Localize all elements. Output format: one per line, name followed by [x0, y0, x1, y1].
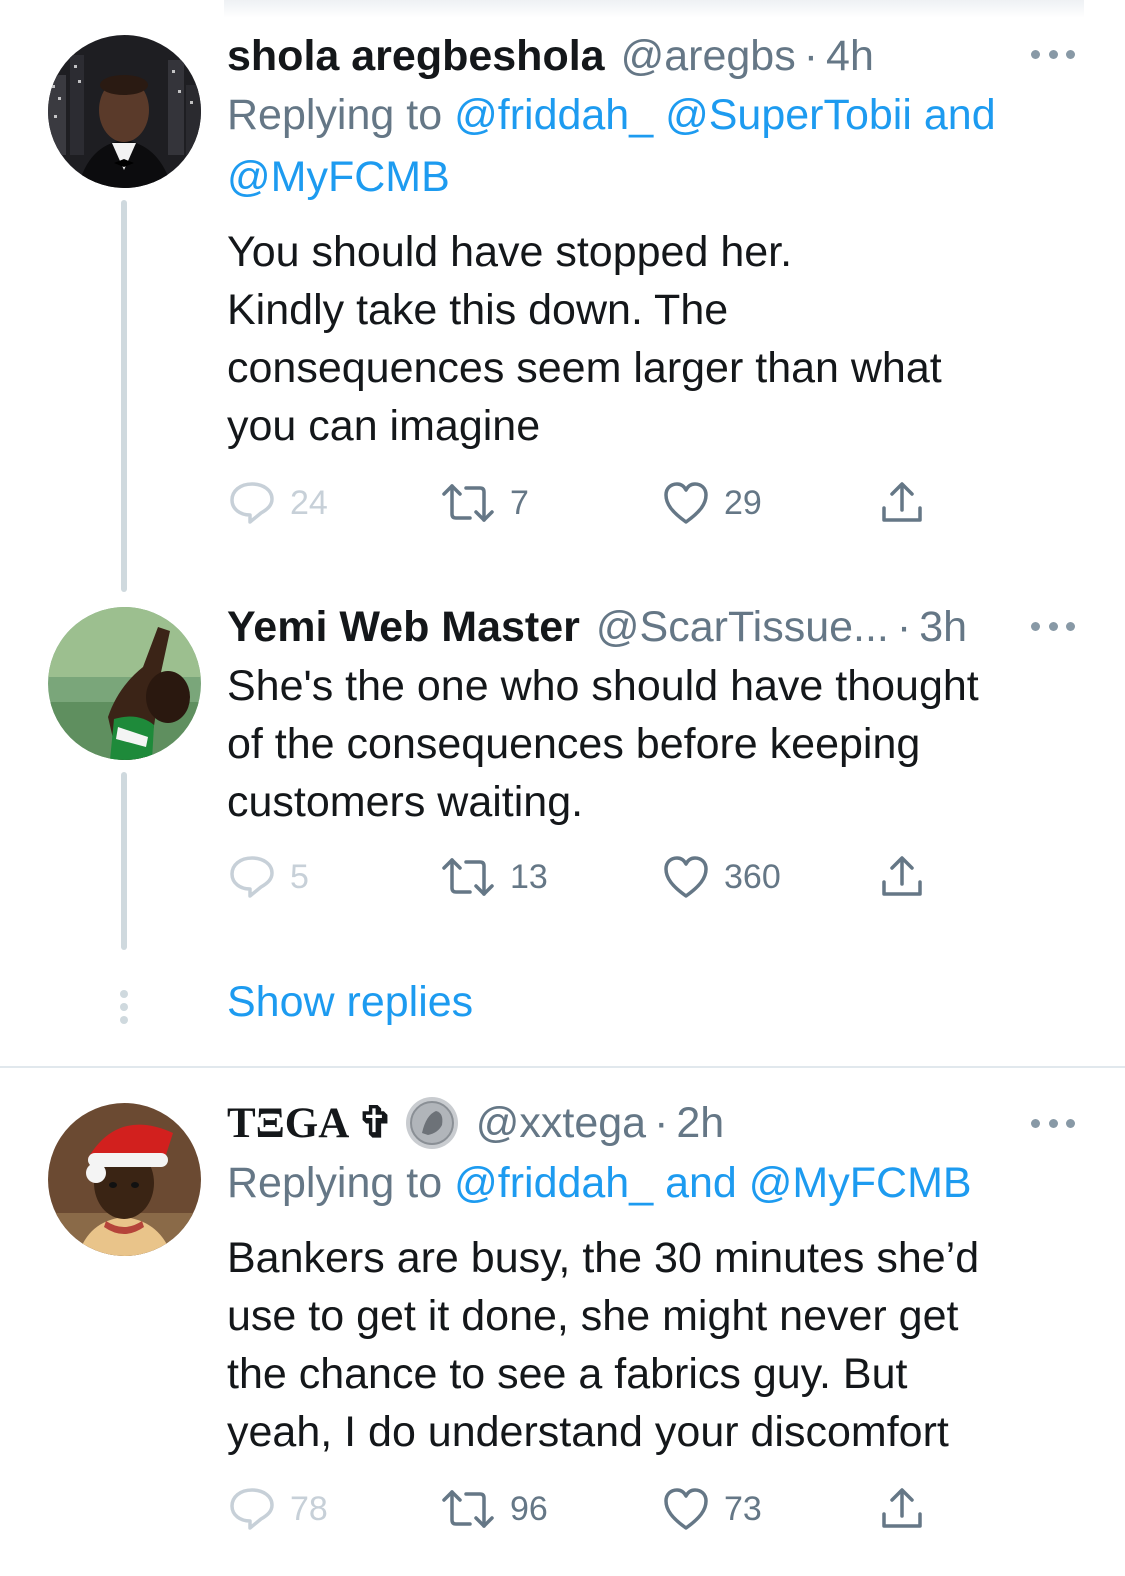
tweet-time[interactable]: 3h — [919, 603, 967, 652]
heart-icon — [664, 482, 708, 524]
avatar-image — [48, 35, 201, 188]
replying-to: Replying to @friddah_ and @MyFCMB — [227, 1152, 1067, 1214]
reply-button[interactable]: 5 — [228, 852, 309, 902]
retweet-icon — [442, 858, 494, 896]
share-icon — [882, 482, 922, 522]
show-replies-link[interactable]: Show replies — [227, 978, 473, 1027]
share-button[interactable] — [878, 1484, 926, 1534]
retweet-count: 13 — [510, 857, 548, 896]
more-icon[interactable] — [1031, 1116, 1075, 1130]
coin-emoji-icon — [405, 1097, 458, 1149]
tweet-text: You should have stopped her. Kindly take… — [227, 223, 1067, 455]
user-handle[interactable]: @aregbs — [621, 32, 796, 81]
retweet-icon — [442, 1490, 494, 1528]
reply-count: 78 — [290, 1489, 328, 1528]
retweet-icon — [442, 484, 494, 522]
retweet-button[interactable]: 13 — [440, 852, 548, 902]
tweet-text-line: the chance to see a fabrics guy. But — [227, 1350, 908, 1398]
previous-tweet-edge — [224, 0, 1084, 18]
tweet-text-line: customers waiting. — [227, 778, 584, 826]
reply-mentions[interactable]: @friddah_ and @MyFCMB — [454, 1159, 971, 1207]
tweet-time[interactable]: 2h — [676, 1099, 724, 1148]
heart-icon — [664, 1488, 708, 1530]
tweet-text: She's the one who should have thought of… — [227, 657, 1067, 831]
share-button[interactable] — [878, 852, 926, 902]
tweet-time[interactable]: 4h — [826, 32, 874, 81]
like-button[interactable]: 73 — [662, 1484, 762, 1534]
reply-icon — [230, 1488, 274, 1530]
display-name[interactable]: TΞGA ✞ — [227, 1098, 394, 1148]
share-icon — [882, 1488, 922, 1528]
like-count: 73 — [724, 1489, 762, 1528]
replying-to-label: Replying to — [227, 1159, 443, 1207]
tweet-text-line: yeah, I do understand your discomfort — [227, 1408, 949, 1456]
replying-to: Replying to @friddah_ @SuperTobii and @M… — [227, 84, 1067, 208]
like-button[interactable]: 360 — [662, 852, 781, 902]
tweet-text: Bankers are busy, the 30 minutes she’d u… — [227, 1229, 1067, 1461]
tweet-text-line: consequences seem larger than what — [227, 344, 942, 392]
tweet-text-line: You should have stopped her. — [227, 228, 793, 276]
reply-count: 5 — [290, 857, 309, 896]
user-handle[interactable]: @ScarTissue... — [596, 603, 889, 652]
tweet-header: shola aregbeshola @aregbs · 4h — [227, 26, 874, 86]
like-count: 29 — [724, 483, 762, 522]
tweet-header: TΞGA ✞ @xxtega · 2h — [227, 1093, 724, 1153]
like-count: 360 — [724, 857, 781, 896]
tweet-header: Yemi Web Master @ScarTissue... · 3h — [227, 597, 967, 657]
reply-count: 24 — [290, 483, 328, 522]
thread-line — [121, 200, 127, 592]
tweet-text-line: She's the one who should have thought — [227, 662, 979, 710]
retweet-button[interactable]: 96 — [440, 1484, 548, 1534]
user-handle[interactable]: @xxtega — [476, 1099, 646, 1148]
retweet-button[interactable]: 7 — [440, 478, 529, 528]
like-button[interactable]: 29 — [662, 478, 762, 528]
avatar-image — [48, 1103, 201, 1256]
retweet-count: 96 — [510, 1489, 548, 1528]
more-icon[interactable] — [1031, 47, 1075, 61]
reply-icon — [230, 856, 274, 898]
tweet-text-line: Bankers are busy, the 30 minutes she’d — [227, 1234, 980, 1282]
separator-dot: · — [654, 1098, 669, 1147]
thread-ellipsis-icon — [119, 990, 129, 1024]
divider — [0, 1066, 1125, 1068]
retweet-count: 7 — [510, 483, 529, 522]
tweet-text-line: of the consequences before keeping — [227, 720, 921, 768]
avatar-image — [48, 607, 201, 760]
reply-mentions[interactable]: @friddah_ @SuperTobii and — [454, 91, 996, 139]
tweet-text-line: you can imagine — [227, 402, 541, 450]
reply-button[interactable]: 24 — [228, 478, 328, 528]
tweet-text-line: use to get it done, she might never get — [227, 1292, 959, 1340]
avatar-shola[interactable] — [48, 35, 201, 188]
share-button[interactable] — [878, 478, 926, 528]
reply-button[interactable]: 78 — [228, 1484, 328, 1534]
avatar-tega[interactable] — [48, 1103, 201, 1256]
display-name[interactable]: Yemi Web Master — [227, 603, 580, 652]
replying-to-label: Replying to — [227, 91, 443, 139]
separator-dot: · — [896, 602, 912, 651]
more-icon[interactable] — [1031, 619, 1075, 633]
share-icon — [882, 856, 922, 896]
reply-icon — [230, 482, 274, 524]
display-name[interactable]: shola aregbeshola — [227, 32, 605, 81]
separator-dot: · — [803, 31, 819, 80]
thread-line — [121, 772, 127, 950]
tweet-text-line: Kindly take this down. The — [227, 286, 729, 334]
avatar-yemi[interactable] — [48, 607, 201, 760]
heart-icon — [664, 856, 708, 898]
reply-mentions-continued[interactable]: @MyFCMB — [227, 153, 450, 201]
